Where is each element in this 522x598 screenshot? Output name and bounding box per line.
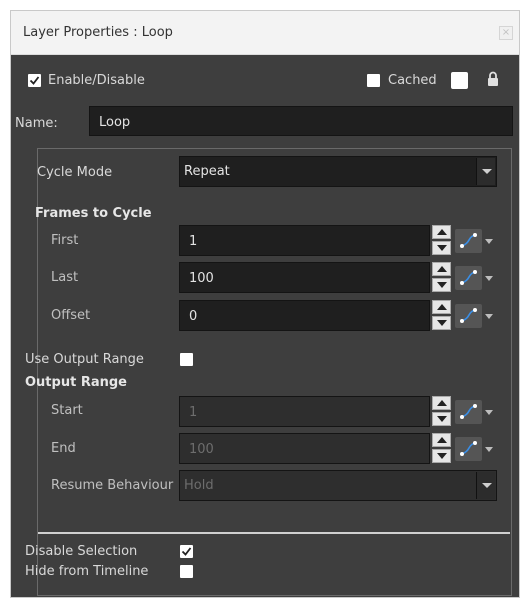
end-value: 100 (189, 442, 214, 457)
first-input[interactable]: 1 (179, 225, 430, 256)
offset-stepper[interactable] (432, 300, 451, 331)
resume-behaviour-dropdown[interactable]: Hold (179, 470, 497, 501)
name-input[interactable]: Loop (89, 106, 513, 136)
checkmark-icon (29, 76, 40, 85)
chevron-down-icon (476, 472, 495, 499)
chevron-down-icon[interactable] (485, 410, 493, 415)
increment-icon[interactable] (432, 433, 451, 447)
hide-from-timeline-checkbox[interactable] (180, 565, 193, 578)
frames-to-cycle-heading: Frames to Cycle (35, 206, 152, 221)
decrement-icon[interactable] (432, 316, 451, 330)
resume-behaviour-value: Hold (184, 478, 214, 493)
last-input[interactable]: 100 (179, 262, 430, 293)
use-output-range-label: Use Output Range (25, 352, 144, 367)
last-label: Last (51, 270, 79, 285)
cached-checkbox[interactable] (367, 74, 380, 87)
decrement-icon[interactable] (432, 412, 451, 426)
name-label: Name: (15, 116, 58, 131)
output-range-heading: Output Range (25, 375, 127, 390)
decrement-icon[interactable] (432, 241, 451, 255)
end-function-button[interactable] (455, 437, 482, 461)
increment-icon[interactable] (432, 225, 451, 239)
increment-icon[interactable] (432, 396, 451, 410)
window-title: Layer Properties : Loop (23, 25, 173, 40)
divider (38, 532, 510, 534)
decrement-icon[interactable] (432, 449, 451, 463)
function-curve-icon (460, 404, 477, 419)
offset-label: Offset (51, 308, 91, 323)
enable-disable-label: Enable/Disable (48, 73, 145, 88)
disable-selection-label: Disable Selection (25, 544, 138, 559)
hide-from-timeline-label: Hide from Timeline (25, 564, 149, 579)
chevron-down-icon (476, 158, 495, 185)
offset-input[interactable]: 0 (179, 300, 430, 331)
cycle-mode-value: Repeat (184, 164, 230, 179)
color-swatch[interactable] (451, 72, 468, 89)
last-stepper[interactable] (432, 262, 451, 293)
function-curve-icon (460, 308, 477, 323)
last-function-button[interactable] (455, 266, 482, 290)
cycle-mode-dropdown[interactable]: Repeat (179, 156, 497, 187)
disable-selection-checkbox[interactable] (180, 545, 193, 558)
end-stepper[interactable] (432, 433, 451, 464)
chevron-down-icon[interactable] (485, 276, 493, 281)
chevron-down-icon[interactable] (485, 447, 493, 452)
end-input[interactable]: 100 (179, 433, 430, 464)
last-value: 100 (189, 271, 214, 286)
start-value: 1 (189, 405, 198, 420)
start-label: Start (51, 403, 83, 418)
start-function-button[interactable] (455, 400, 482, 424)
resume-behaviour-label: Resume Behaviour (51, 478, 174, 493)
title-bar: Layer Properties : Loop × (11, 11, 519, 55)
cached-label: Cached (388, 73, 437, 88)
layer-properties-window: Layer Properties : Loop × Enable/Disable… (10, 10, 520, 598)
name-value: Loop (99, 115, 131, 130)
function-curve-icon (460, 270, 477, 285)
enable-disable-checkbox[interactable] (28, 74, 41, 87)
function-curve-icon (460, 233, 477, 248)
increment-icon[interactable] (432, 300, 451, 314)
first-value: 1 (189, 234, 198, 249)
checkmark-icon (181, 547, 192, 556)
function-curve-icon (460, 441, 477, 456)
increment-icon[interactable] (432, 262, 451, 276)
first-function-button[interactable] (455, 229, 482, 253)
chevron-down-icon[interactable] (485, 314, 493, 319)
chevron-down-icon[interactable] (485, 239, 493, 244)
cycle-mode-label: Cycle Mode (37, 165, 113, 180)
lock-icon[interactable] (487, 71, 499, 88)
start-stepper[interactable] (432, 396, 451, 427)
offset-value: 0 (189, 309, 198, 324)
offset-function-button[interactable] (455, 304, 482, 328)
end-label: End (51, 441, 76, 456)
use-output-range-checkbox[interactable] (180, 353, 193, 366)
decrement-icon[interactable] (432, 278, 451, 292)
close-button[interactable]: × (499, 26, 513, 40)
first-label: First (51, 233, 79, 248)
start-input[interactable]: 1 (179, 396, 430, 427)
first-stepper[interactable] (432, 225, 451, 256)
